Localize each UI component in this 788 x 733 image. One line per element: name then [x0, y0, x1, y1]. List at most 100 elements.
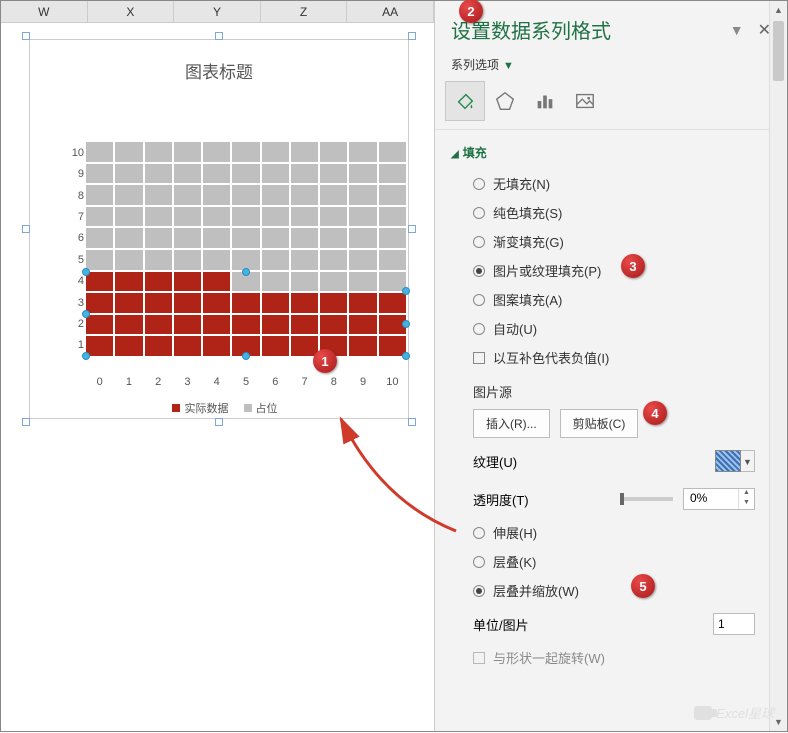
chart-cell[interactable] — [86, 315, 113, 335]
chart-cell[interactable] — [379, 207, 406, 227]
chart-cell[interactable] — [115, 207, 142, 227]
radio-picture-fill[interactable]: 图片或纹理填充(P) 3 — [445, 256, 785, 285]
texture-dropdown[interactable]: ▼ — [741, 450, 755, 472]
chart-cell[interactable] — [115, 293, 142, 313]
chart-cell[interactable] — [291, 142, 318, 162]
chart-cell[interactable] — [203, 207, 230, 227]
chart-cell[interactable] — [262, 185, 289, 205]
chart-cell[interactable] — [349, 185, 376, 205]
chart-cell[interactable] — [291, 207, 318, 227]
scroll-up-icon[interactable]: ▲ — [770, 1, 787, 19]
chart-cell[interactable] — [203, 185, 230, 205]
chart-cell[interactable] — [145, 228, 172, 248]
chart-cell[interactable] — [291, 185, 318, 205]
resize-handle[interactable] — [22, 32, 30, 40]
check-invert-negative[interactable]: 以互补色代表负值(I) — [445, 343, 785, 372]
chart-cell[interactable] — [145, 293, 172, 313]
chart-cell[interactable] — [203, 315, 230, 335]
chart-legend[interactable]: 实际数据 占位 — [30, 400, 408, 416]
chart-cell[interactable] — [379, 293, 406, 313]
series-selection-handle[interactable] — [242, 268, 250, 276]
chart-cell[interactable] — [320, 293, 347, 313]
chart-cell[interactable] — [291, 293, 318, 313]
resize-handle[interactable] — [408, 32, 416, 40]
chart-cell[interactable] — [320, 272, 347, 292]
chart-cell[interactable] — [145, 272, 172, 292]
chart-cell[interactable] — [379, 250, 406, 270]
chart-cell[interactable] — [232, 293, 259, 313]
chart-cell[interactable] — [203, 293, 230, 313]
chart-cell[interactable] — [232, 164, 259, 184]
chart-cell[interactable] — [115, 142, 142, 162]
chart-cell[interactable] — [262, 315, 289, 335]
series-options-tab[interactable] — [525, 81, 565, 121]
chart-cell[interactable] — [145, 207, 172, 227]
chart-cell[interactable] — [115, 336, 142, 356]
chart-cell[interactable] — [174, 272, 201, 292]
chart-cell[interactable] — [320, 142, 347, 162]
effects-tab[interactable] — [485, 81, 525, 121]
clipboard-button[interactable]: 剪贴板(C) — [560, 409, 639, 438]
chart-cell[interactable] — [232, 207, 259, 227]
chart-cell[interactable] — [86, 164, 113, 184]
check-rotate-with-shape[interactable]: 与形状一起旋转(W) — [445, 643, 785, 672]
col-header[interactable]: X — [88, 1, 175, 22]
chart-cell[interactable] — [262, 228, 289, 248]
chart-cell[interactable] — [203, 272, 230, 292]
chart-cell[interactable] — [86, 272, 113, 292]
chart-cell[interactable] — [174, 164, 201, 184]
pane-scrollbar[interactable]: ▲ ▼ — [769, 1, 787, 731]
scroll-thumb[interactable] — [773, 21, 784, 81]
chart-cell[interactable] — [262, 250, 289, 270]
chart-cell[interactable] — [349, 164, 376, 184]
chart-cell[interactable] — [291, 250, 318, 270]
resize-handle[interactable] — [215, 418, 223, 426]
col-header[interactable]: AA — [347, 1, 434, 22]
chart-cell[interactable] — [174, 293, 201, 313]
chart-cell[interactable] — [115, 185, 142, 205]
chart-cell[interactable] — [349, 315, 376, 335]
chart-cell[interactable] — [349, 207, 376, 227]
chart-cell[interactable] — [174, 336, 201, 356]
series-selection-handle[interactable] — [402, 352, 410, 360]
chart-cell[interactable] — [320, 228, 347, 248]
chart-cell[interactable] — [232, 250, 259, 270]
series-selection-handle[interactable] — [402, 287, 410, 295]
chart-title[interactable]: 图表标题 — [30, 40, 408, 89]
chevron-down-icon[interactable]: ▼ — [503, 60, 514, 72]
chart-cell[interactable] — [203, 228, 230, 248]
chart-cell[interactable] — [320, 315, 347, 335]
chart-cell[interactable] — [203, 336, 230, 356]
chart-cell[interactable] — [291, 164, 318, 184]
chart-cell[interactable] — [145, 315, 172, 335]
chart-cell[interactable] — [145, 142, 172, 162]
chart-object[interactable]: 图表标题 12345678910 012345678910 实际数据 占位 — [29, 39, 409, 419]
chart-cell[interactable] — [86, 142, 113, 162]
transparency-input[interactable]: 0% ▲▼ — [683, 488, 755, 510]
chart-cell[interactable] — [232, 142, 259, 162]
resize-handle[interactable] — [22, 225, 30, 233]
chart-cell[interactable] — [115, 164, 142, 184]
chart-cell[interactable] — [349, 272, 376, 292]
chart-cell[interactable] — [145, 185, 172, 205]
radio-pattern-fill[interactable]: 图案填充(A) — [445, 285, 785, 314]
chart-cell[interactable] — [115, 315, 142, 335]
texture-swatch[interactable] — [715, 450, 741, 472]
chart-cell[interactable] — [262, 272, 289, 292]
resize-handle[interactable] — [215, 32, 223, 40]
chart-cell[interactable] — [291, 336, 318, 356]
chart-cell[interactable] — [86, 228, 113, 248]
series-selection-handle[interactable] — [82, 352, 90, 360]
chart-cell[interactable] — [145, 250, 172, 270]
radio-stretch[interactable]: 伸展(H) — [445, 518, 785, 547]
chart-cell[interactable] — [174, 185, 201, 205]
radio-solid-fill[interactable]: 纯色填充(S) — [445, 198, 785, 227]
chart-cell[interactable] — [115, 228, 142, 248]
chart-cell[interactable] — [262, 142, 289, 162]
insert-button[interactable]: 插入(R)... — [473, 409, 550, 438]
col-header[interactable]: Z — [261, 1, 348, 22]
chart-cell[interactable] — [203, 250, 230, 270]
chart-cell[interactable] — [379, 142, 406, 162]
chart-cell[interactable] — [262, 207, 289, 227]
chart-cell[interactable] — [174, 207, 201, 227]
